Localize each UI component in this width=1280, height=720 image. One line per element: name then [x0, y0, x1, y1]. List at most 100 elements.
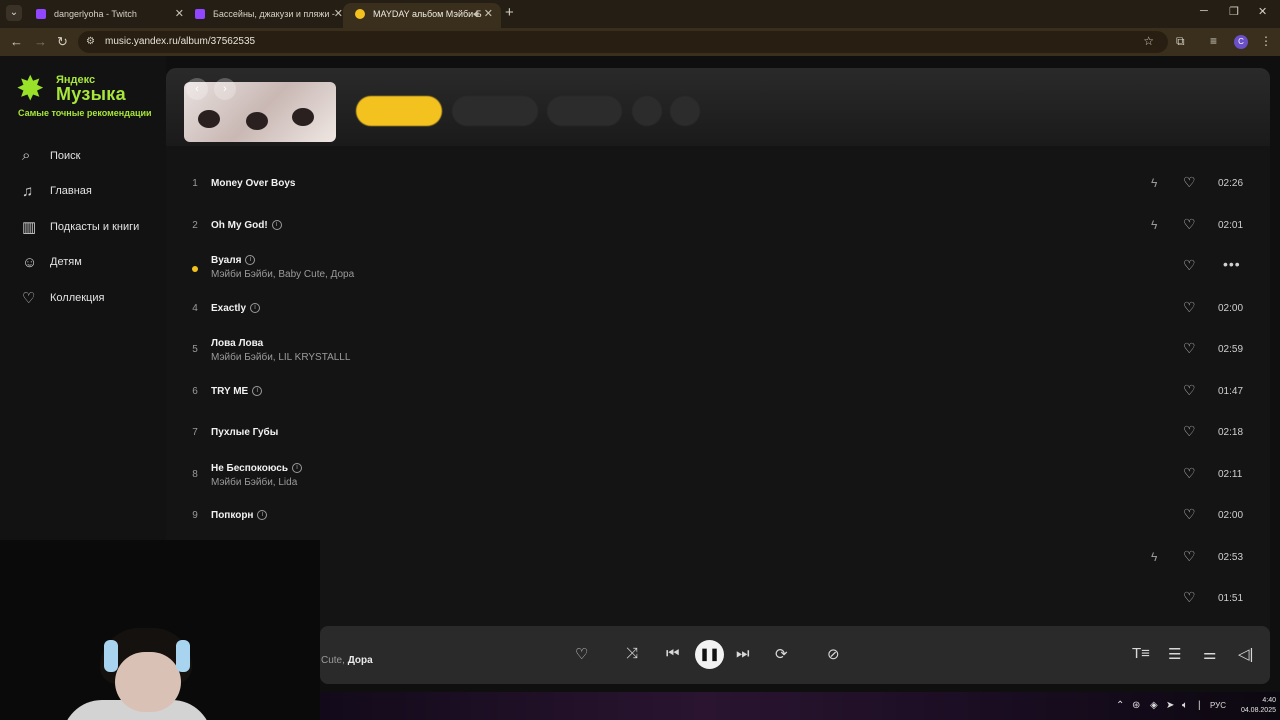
- tab-yandex-music[interactable]: MAYDAY альбом Мэйби Б 🔊︎ ✕: [343, 3, 501, 28]
- track-row[interactable]: ϟ ♡ 02:53: [166, 538, 1270, 580]
- pause-button[interactable]: ❚❚: [695, 640, 724, 669]
- like-heart-icon[interactable]: ♡: [1183, 548, 1196, 565]
- taskbar-clock[interactable]: 4:40 04.08.2025: [1236, 696, 1276, 716]
- info-icon[interactable]: i: [250, 302, 261, 313]
- info-icon[interactable]: i: [245, 255, 256, 266]
- bookmark-star-icon[interactable]: ☆: [1143, 34, 1154, 48]
- close-window-icon[interactable]: ✕: [1258, 5, 1267, 18]
- track-title[interactable]: Лова Лова: [211, 338, 263, 349]
- tab-twitch-2[interactable]: Бассейны, джакузи и пляжи - ✕: [183, 3, 351, 28]
- track-row-playing[interactable]: Вуаля i Мэйби Бэйби, Baby Cute, Дора ♡ ••…: [166, 247, 1270, 289]
- like-heart-icon[interactable]: ♡: [1183, 506, 1196, 523]
- share-button[interactable]: [632, 96, 662, 126]
- track-row[interactable]: 8 Не Беспокоюсь i Мэйби Бэйби, Lida ♡ 02:…: [166, 455, 1270, 497]
- queue-icon[interactable]: ☰: [1168, 645, 1181, 663]
- like-heart-icon[interactable]: ♡: [1183, 174, 1196, 191]
- like-heart-icon[interactable]: ♡: [1183, 299, 1196, 316]
- tray-chevron-icon[interactable]: ⌃: [1116, 700, 1124, 711]
- track-row[interactable]: 5 Лова Лова Мэйби Бэйби, LIL KRYSTALLL ♡…: [166, 330, 1270, 372]
- minimize-icon[interactable]: ─: [1200, 5, 1208, 17]
- back-arrow-button[interactable]: ‹: [186, 78, 208, 100]
- language-indicator[interactable]: РУС: [1210, 701, 1226, 710]
- speaker-icon[interactable]: 🔊︎: [473, 3, 479, 25]
- logo-tagline: Самые точные рекомендации: [18, 108, 152, 118]
- more-options-icon[interactable]: •••: [1223, 256, 1241, 272]
- reload-icon[interactable]: ↻: [57, 34, 68, 50]
- track-artists[interactable]: Мэйби Бэйби, Lida: [211, 477, 297, 488]
- address-bar[interactable]: ⚙ music.yandex.ru/album/37562535 ☆: [78, 31, 1168, 53]
- volume-tray-icon[interactable]: 🔈︎: [1182, 700, 1188, 711]
- track-artists[interactable]: Мэйби Бэйби, Baby Cute, Дора: [211, 269, 354, 280]
- track-row[interactable]: ♡ 01:51: [166, 579, 1270, 621]
- like-heart-icon[interactable]: ♡: [1183, 465, 1196, 482]
- info-icon[interactable]: i: [271, 219, 282, 230]
- tab-search-menu[interactable]: ⌄: [6, 5, 22, 21]
- menu-icon[interactable]: ⋮: [1260, 34, 1272, 48]
- listen-button[interactable]: [356, 96, 442, 126]
- lyrics-icon[interactable]: T≡: [1132, 645, 1150, 662]
- tab-title: Бассейны, джакузи и пляжи -: [213, 9, 335, 19]
- track-title[interactable]: Попкорн i: [211, 510, 268, 521]
- clock-time: 4:40: [1262, 697, 1276, 704]
- track-row[interactable]: 7 Пухлые Губы ♡ 02:18: [166, 413, 1270, 455]
- restore-icon[interactable]: ❐: [1229, 5, 1239, 18]
- track-number: 4: [192, 302, 198, 314]
- new-tab-button[interactable]: +: [505, 4, 514, 21]
- info-icon[interactable]: i: [292, 462, 302, 473]
- track-row[interactable]: 1 Money Over Boys ϟ ♡ 02:26: [166, 164, 1270, 206]
- close-icon[interactable]: ✕: [484, 3, 493, 25]
- sidebar-item-kids[interactable]: ☺ Детям: [22, 245, 162, 281]
- like-heart-icon[interactable]: ♡: [575, 645, 588, 663]
- track-artists[interactable]: Мэйби Бэйби, LIL KRYSTALLL: [211, 352, 350, 363]
- previous-track-icon[interactable]: ⏮︎: [666, 645, 680, 662]
- info-icon[interactable]: i: [257, 510, 268, 521]
- sidebar-item-podcasts[interactable]: ▥ Подкасты и книги: [22, 209, 162, 245]
- track-row[interactable]: 2 Oh My God! i ϟ ♡ 02:01: [166, 206, 1270, 248]
- next-track-icon[interactable]: ⏭︎: [736, 645, 750, 662]
- like-heart-icon[interactable]: ♡: [1183, 589, 1196, 606]
- close-icon[interactable]: ✕: [334, 3, 343, 25]
- track-row[interactable]: 4 Exactly i ♡ 02:00: [166, 289, 1270, 331]
- track-title[interactable]: Exactly i: [211, 302, 261, 314]
- track-title[interactable]: Пухлые Губы: [211, 427, 278, 438]
- sidebar-item-home[interactable]: ♫ Главная: [22, 174, 162, 210]
- sidebar-item-search[interactable]: ⌕ Поиск: [22, 138, 162, 174]
- sidebar-item-collection[interactable]: ♡ Коллекция: [22, 280, 162, 316]
- repeat-icon[interactable]: ⟳: [775, 645, 788, 663]
- media-control-icon[interactable]: ≡: [1210, 34, 1217, 48]
- back-icon[interactable]: ←: [10, 34, 23, 49]
- dislike-icon[interactable]: ⊘: [827, 645, 840, 663]
- profile-avatar[interactable]: C: [1234, 35, 1248, 49]
- mic-icon[interactable]: |: [1198, 700, 1201, 711]
- track-title[interactable]: TRY ME i: [211, 385, 263, 397]
- trailer-button[interactable]: [452, 96, 538, 126]
- volume-icon[interactable]: ◁|: [1238, 645, 1253, 663]
- more-button[interactable]: [670, 96, 700, 126]
- track-title[interactable]: Money Over Boys: [211, 178, 295, 189]
- extensions-icon[interactable]: ⧉: [1176, 34, 1185, 49]
- now-playing-artists[interactable]: Cute, Дора: [321, 655, 373, 666]
- track-row[interactable]: 9 Попкорн i ♡ 02:00: [166, 496, 1270, 538]
- steam-icon[interactable]: ⊛: [1132, 700, 1140, 711]
- track-title[interactable]: Вуаля i: [211, 255, 256, 266]
- telegram-icon[interactable]: ➤: [1166, 700, 1174, 711]
- tab-twitch-1[interactable]: dangerlyoha - Twitch ✕: [24, 3, 192, 28]
- logo[interactable]: ✸ Яндекс Музыка Самые точные рекомендаци…: [16, 72, 156, 124]
- like-heart-icon[interactable]: ♡: [1183, 257, 1196, 274]
- like-heart-icon[interactable]: ♡: [1183, 340, 1196, 357]
- track-title[interactable]: Не Беспокоюсь i: [211, 463, 302, 474]
- forward-icon[interactable]: →: [34, 34, 47, 49]
- forward-arrow-button[interactable]: ›: [214, 78, 236, 100]
- app-tray-icon[interactable]: ◈: [1150, 700, 1158, 711]
- shuffle-icon[interactable]: ⤨: [626, 645, 638, 662]
- track-title[interactable]: Oh My God! i: [211, 220, 282, 231]
- like-heart-icon[interactable]: ♡: [1183, 423, 1196, 440]
- track-row[interactable]: 6 TRY ME i ♡ 01:47: [166, 372, 1270, 414]
- info-icon[interactable]: i: [252, 385, 263, 396]
- like-heart-icon[interactable]: ♡: [1183, 382, 1196, 399]
- save-button[interactable]: [547, 96, 622, 126]
- site-info-icon[interactable]: ⚙: [86, 36, 95, 47]
- twitch-icon: [36, 9, 46, 19]
- like-heart-icon[interactable]: ♡: [1183, 216, 1196, 233]
- equalizer-icon[interactable]: ⚌: [1203, 645, 1216, 663]
